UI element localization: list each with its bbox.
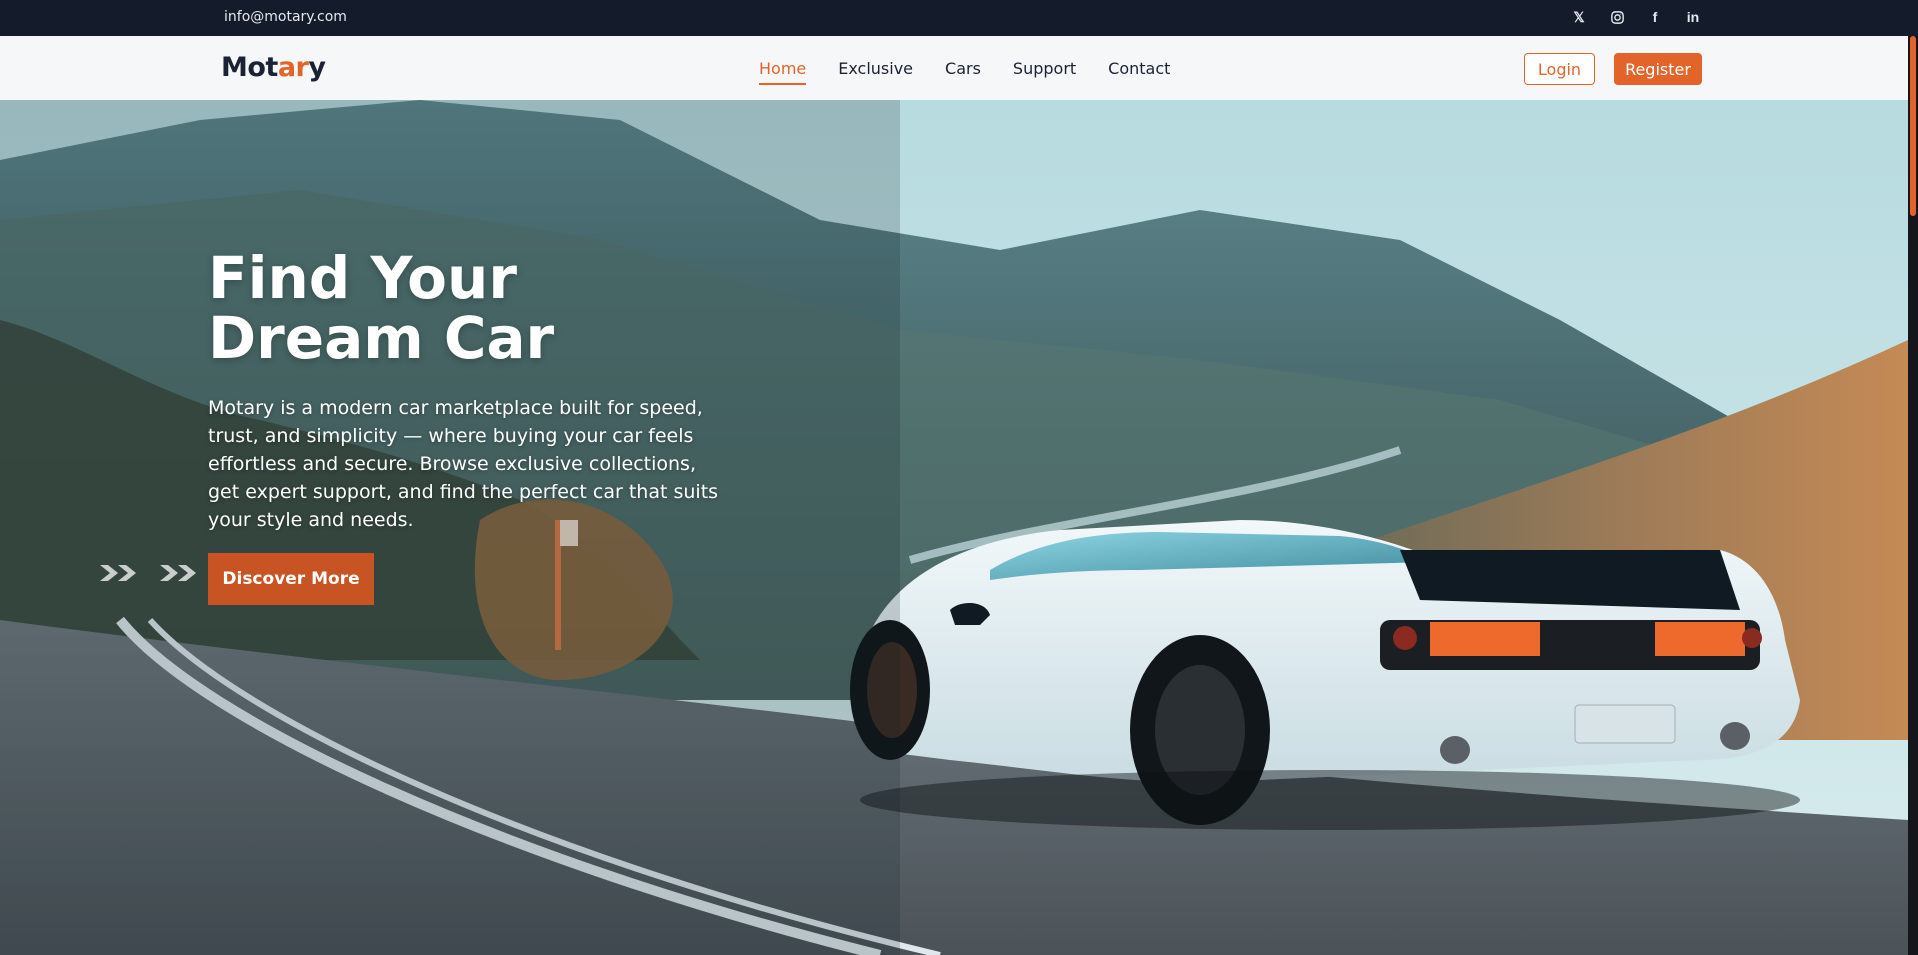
logo-text-main: Mot <box>221 52 278 83</box>
scrollbar-thumb[interactable] <box>1910 36 1916 216</box>
hero-section: Find Your Dream Car Motary is a modern c… <box>0 100 1908 955</box>
hero-description: Motary is a modern car marketplace built… <box>208 397 719 531</box>
nav-link-cars[interactable]: Cars <box>945 51 981 86</box>
top-bar: info@motary.com 𝕏 f in <box>0 0 1918 36</box>
primary-nav: Home Exclusive Cars Support Contact <box>759 36 1170 100</box>
linkedin-icon[interactable]: in <box>1684 8 1702 26</box>
discover-more-button[interactable]: Discover More <box>208 553 374 605</box>
nav-link-contact[interactable]: Contact <box>1108 51 1170 86</box>
social-links: 𝕏 f in <box>1570 8 1702 26</box>
hero-title: Find Your Dream Car <box>208 244 555 372</box>
logo-text-accent: ar <box>277 52 309 83</box>
nav-link-home[interactable]: Home <box>759 51 807 86</box>
main-navbar: Motary Home Exclusive Cars Support Conta… <box>0 36 1918 100</box>
x-twitter-icon[interactable]: 𝕏 <box>1570 8 1588 26</box>
hero-content: Find Your Dream Car Motary is a modern c… <box>208 248 728 534</box>
instagram-icon[interactable] <box>1608 8 1626 26</box>
nav-link-exclusive[interactable]: Exclusive <box>838 51 913 86</box>
nav-link-support[interactable]: Support <box>1013 51 1076 86</box>
login-button[interactable]: Login <box>1524 53 1595 85</box>
facebook-icon[interactable]: f <box>1646 8 1664 26</box>
page-scrollbar[interactable] <box>1908 36 1918 955</box>
contact-email[interactable]: info@motary.com <box>224 9 347 25</box>
brand-logo[interactable]: Motary <box>221 52 326 83</box>
register-button[interactable]: Register <box>1614 53 1702 85</box>
logo-text-tail: y <box>308 52 326 83</box>
